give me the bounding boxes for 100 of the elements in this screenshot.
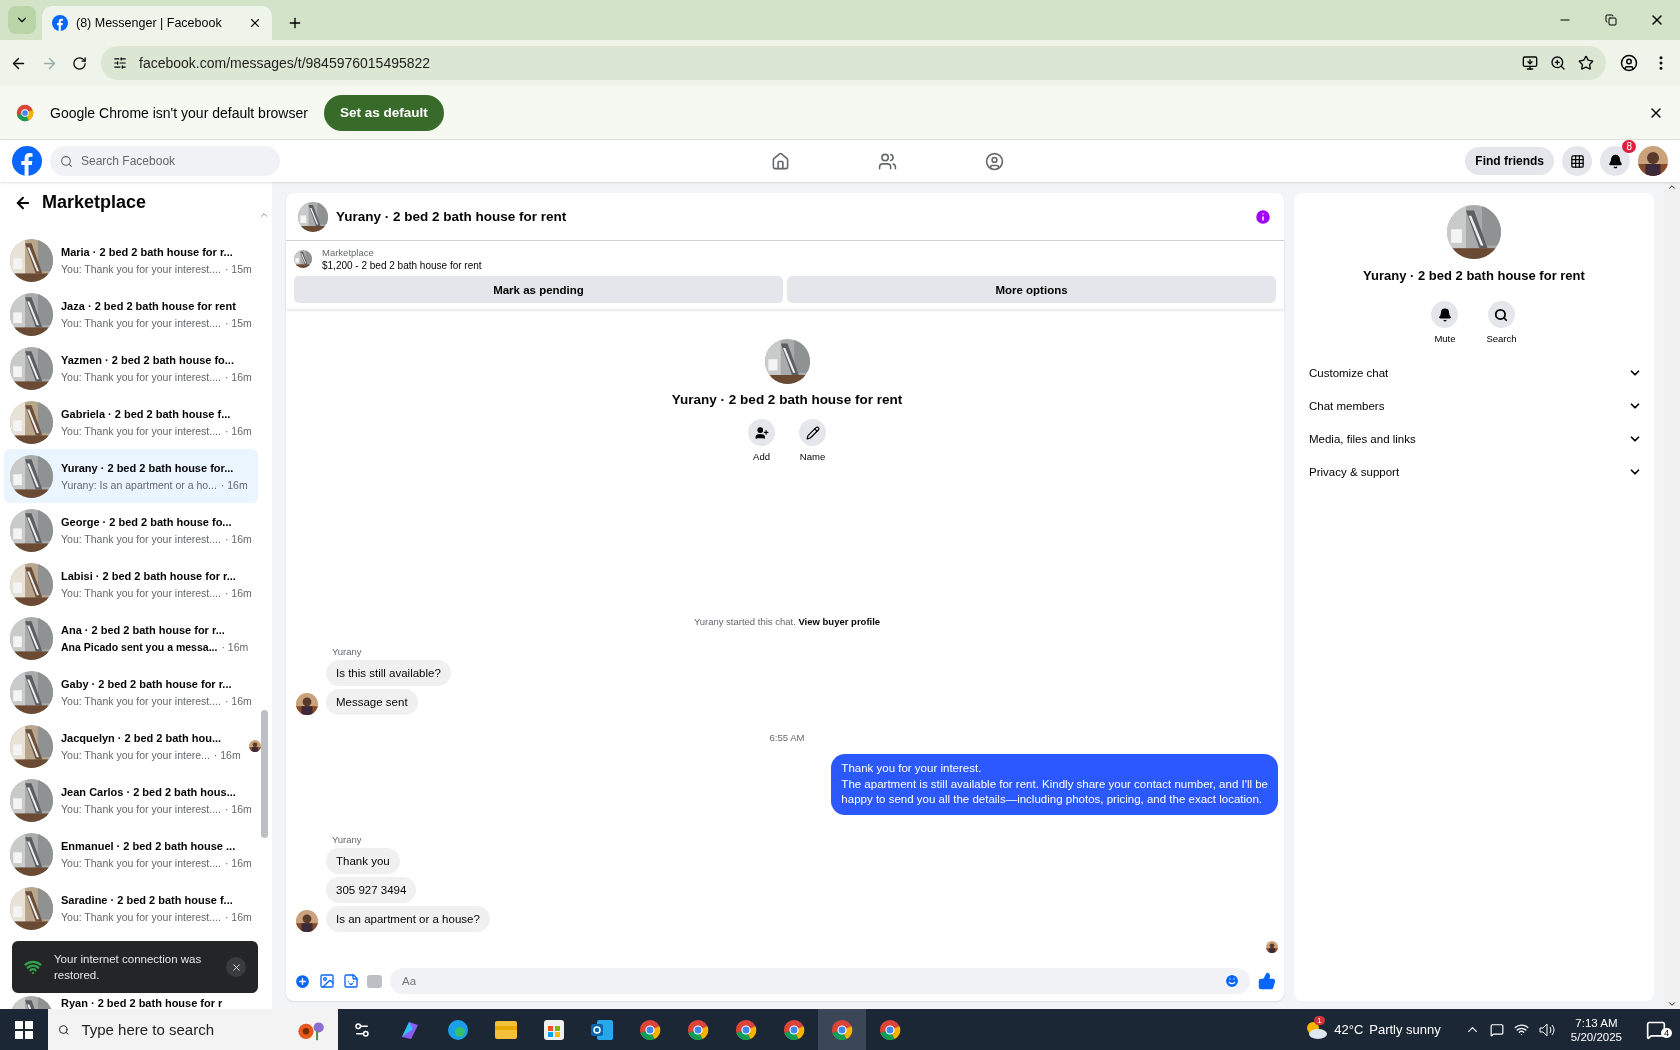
conversation-time: · 16m	[224, 695, 252, 708]
browser-icon	[687, 1018, 709, 1041]
notification-icon[interactable]	[1646, 1019, 1666, 1040]
conversation-preview: You: Thank you for your interest....	[61, 803, 221, 816]
conversation-item[interactable]: Saradine · 2 bed 2 bath house f... You: Thank you for your interest.... · 16m	[4, 881, 258, 935]
browser-tab[interactable]: (8) Messenger | Facebook	[42, 6, 272, 40]
sticker-icon[interactable]	[343, 973, 359, 989]
wifi-icon	[24, 958, 42, 976]
chat-intro-name: Yurany · 2 bed 2 bath house for rent	[671, 392, 903, 407]
scrollbar-thumb[interactable]	[260, 710, 268, 838]
image-icon[interactable]	[319, 973, 335, 989]
conversation-preview: You: Thank you for your interest....	[61, 425, 221, 438]
conversation-name: Jaza · 2 bed 2 bath house for rent	[61, 298, 236, 314]
conversation-item[interactable]: Ana · 2 bed 2 bath house for r... Ana Picado sent you a messa... · 16m	[4, 611, 258, 665]
conversation-preview: You: Thank you for your interest....	[61, 533, 221, 546]
listing-action-button[interactable]: Mark as pending	[294, 276, 783, 303]
conversation-time: · 15m	[224, 317, 252, 330]
toast-close-button[interactable]	[226, 957, 246, 977]
contact-name: Yurany · 2 bed 2 bath house for rent	[1363, 268, 1585, 283]
address-bar[interactable]: facebook.com/messages/t/9845976015495822	[101, 46, 1606, 80]
details-section[interactable]: Media, files and links	[1306, 422, 1642, 455]
taskbar-search-field[interactable]: Type here to search	[79, 1020, 283, 1039]
conversation-item[interactable]: Yazmen · 2 bed 2 bath house fo... You: Thank you for your interest.... · 16m	[4, 341, 258, 395]
conversation-name: Ana · 2 bed 2 bath house for r...	[61, 622, 225, 638]
add-person-icon	[754, 425, 769, 440]
taskbar-clock[interactable]: 7:13 AM 5/20/2025	[1570, 1016, 1622, 1043]
mail-icon	[591, 1019, 613, 1040]
message-field[interactable]: Aa	[400, 974, 1224, 988]
tab-title: (8) Messenger | Facebook	[76, 16, 223, 30]
conversation-time: · 16m	[224, 587, 252, 600]
conversation-item[interactable]: Labisi · 2 bed 2 bath house for r... You: Thank you for your interest.... · 16m	[4, 557, 258, 611]
conversation-name: Jean Carlos · 2 bed 2 bath hous...	[61, 784, 236, 800]
details-section[interactable]: Customize chat	[1306, 356, 1642, 389]
conversation-item[interactable]: Yurany · 2 bed 2 bath house for... Yurany: Is an apartment or a ho... · 16m	[4, 449, 258, 503]
toast-message: Your internet connection was restored.	[54, 951, 203, 983]
conversation-name: Enmanuel · 2 bed 2 bath house ...	[61, 838, 236, 854]
conversation-time: · 15m	[224, 263, 252, 276]
conversation-preview: You: Thank you for your interest....	[61, 371, 221, 384]
menu-button[interactable]	[1562, 146, 1592, 176]
reload-icon[interactable]	[72, 55, 87, 71]
infobar-message: Google Chrome isn't your default browser	[50, 104, 308, 121]
conversation-item[interactable]: Jean Carlos · 2 bed 2 bath hous... You: Thank you for your interest.... · 16m	[4, 773, 258, 827]
like-icon[interactable]	[1258, 972, 1276, 990]
facebook-logo[interactable]	[12, 146, 42, 176]
url-text: facebook.com/messages/t/9845976015495822	[139, 55, 432, 71]
install-icon[interactable]	[1522, 55, 1538, 71]
plus-icon[interactable]	[294, 972, 311, 990]
star-icon[interactable]	[1578, 55, 1594, 71]
conversation-preview: You: Thank you for your interest....	[61, 911, 221, 924]
restore-icon	[1605, 14, 1617, 26]
info-icon[interactable]	[1254, 207, 1272, 226]
search-box[interactable]: Search Facebook	[50, 146, 280, 176]
find-friends-button[interactable]: Find friends	[1465, 147, 1554, 175]
taskbar-app-button[interactable]	[818, 1007, 866, 1050]
emoji-icon[interactable]	[1224, 973, 1240, 989]
conversation-item[interactable]: Gabriela · 2 bed 2 bath house f... You: Thank you for your interest.... · 16m	[4, 395, 258, 449]
conversation-time: · 16m	[224, 425, 252, 438]
buyer-profile-link[interactable]: View buyer profile	[798, 616, 881, 628]
listing-action-button[interactable]: More options	[787, 276, 1276, 303]
close-icon[interactable]	[248, 16, 262, 30]
conversation-name: Jacquelyn · 2 bed 2 bath hou...	[61, 730, 222, 746]
site-settings-icon[interactable]	[113, 56, 127, 70]
conversation-item[interactable]: Jaza · 2 bed 2 bath house for rent You: Thank you for your interest.... · 15m	[4, 287, 258, 341]
conversation-name: Saradine · 2 bed 2 bath house f...	[61, 892, 233, 908]
grid-icon	[1569, 153, 1585, 169]
conversation-time: · 16m	[213, 749, 241, 762]
conversation-preview: Ana Picado sent you a messa...	[61, 641, 218, 654]
listing-title: $1,200 - 2 bed 2 bath house for rent	[322, 260, 482, 271]
speaker-icon[interactable]	[1538, 1022, 1555, 1037]
store-icon	[544, 1019, 564, 1040]
conversation-name: George · 2 bed 2 bath house fo...	[61, 514, 232, 530]
scroll-up-icon[interactable]	[1667, 182, 1677, 192]
conversation-item[interactable]: George · 2 bed 2 bath house fo... You: Thank you for your interest.... · 16m	[4, 503, 258, 557]
edge-icon	[447, 1018, 469, 1041]
browser-icon	[879, 1018, 901, 1041]
bell-icon	[1437, 307, 1452, 322]
network-icon[interactable]	[1513, 1022, 1529, 1037]
conversation-preview: You: Thank you for your interest....	[61, 587, 221, 600]
profile-icon[interactable]	[1620, 54, 1638, 72]
message-bubble: Is an apartment or a house?	[326, 906, 490, 932]
conversation-item[interactable]: Enmanuel · 2 bed 2 bath house ... You: Thank you for your interest.... · 16m	[4, 827, 258, 881]
folder-icon	[495, 1020, 517, 1039]
details-section[interactable]: Privacy & support	[1306, 455, 1642, 488]
message-box[interactable]: Aa	[390, 968, 1250, 994]
people-icon	[878, 151, 898, 171]
details-section[interactable]: Chat members	[1306, 389, 1642, 422]
temperature: 42°C	[1334, 1022, 1364, 1037]
conversation-item[interactable]: Maria · 2 bed 2 bath house for r... You: Thank you for your interest.... · 15m	[4, 233, 258, 287]
zoom-icon[interactable]	[1550, 55, 1566, 71]
set-default-button[interactable]: Set as default	[323, 94, 444, 131]
scroll-down-icon[interactable]	[1667, 999, 1677, 1009]
search-field[interactable]: Search Facebook	[79, 153, 259, 169]
chat-title: Yurany · 2 bed 2 bath house for rent	[336, 209, 568, 224]
search-icon	[1494, 307, 1509, 322]
weather-icon	[1304, 1019, 1329, 1040]
sender-name: Yurany	[332, 646, 363, 658]
search-icon	[60, 154, 73, 168]
conversation-item[interactable]: Gaby · 2 bed 2 bath house for r... You: Thank you for your interest.... · 16m	[4, 665, 258, 719]
message-timestamp: 6:55 AM	[769, 732, 805, 744]
conversation-item[interactable]: Jacquelyn · 2 bed 2 bath hou... You: Thank you for your intere... · 16m	[4, 719, 258, 773]
